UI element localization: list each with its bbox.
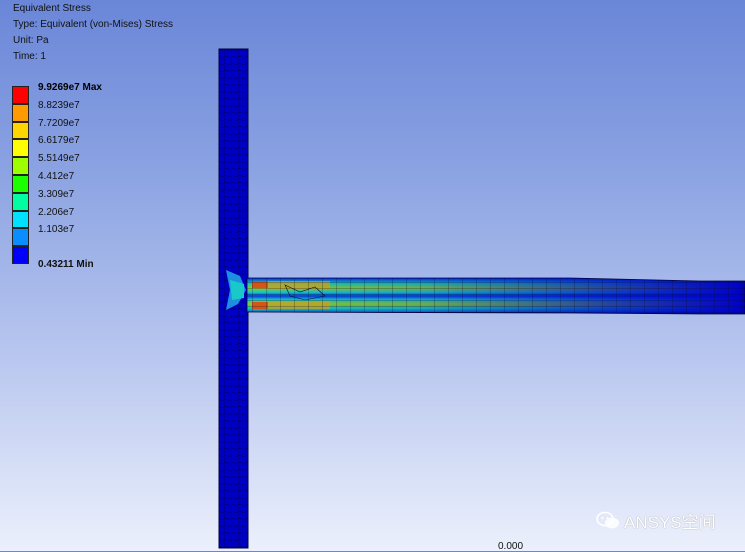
legend-swatch [12, 121, 29, 140]
legend-swatch [12, 228, 29, 247]
legend-max-label: 9.9269e7 Max [38, 82, 102, 93]
legend-swatch [12, 103, 29, 122]
legend-level-label: 5.5149e7 [38, 153, 80, 165]
horizontal-arm [246, 277, 745, 315]
legend-swatch [12, 246, 29, 264]
legend-level-label: 2.206e7 [38, 206, 75, 218]
legend-level-label: 4.412e7 [38, 170, 75, 182]
legend-level-label: 1.103e7 [38, 224, 75, 236]
legend-swatch [12, 192, 29, 211]
wechat-icon [596, 511, 619, 528]
legend-min-label: 0.43211 Min [38, 259, 94, 271]
legend-level-label: 7.7209e7 [38, 117, 80, 129]
legend-level-label: 6.6179e7 [38, 135, 80, 147]
legend-level-label: 8.8239e7 [38, 99, 80, 111]
legend-swatch [12, 157, 29, 175]
scale-label: 0.000 [498, 541, 524, 552]
legend-swatch [12, 210, 29, 229]
legend-swatch [12, 174, 29, 193]
legend-swatch [12, 139, 29, 158]
vertical-plate [218, 48, 249, 549]
graphics-viewport[interactable]: Equivalent Stress Type: Equivalent (von-… [0, 0, 745, 552]
fea-model[interactable] [0, 0, 745, 551]
watermark: ANSYS空间 [596, 508, 716, 533]
legend-level-label: 3.309e7 [38, 188, 75, 200]
legend-swatch [12, 86, 29, 104]
watermark-text: ANSYS空间 [624, 513, 716, 532]
